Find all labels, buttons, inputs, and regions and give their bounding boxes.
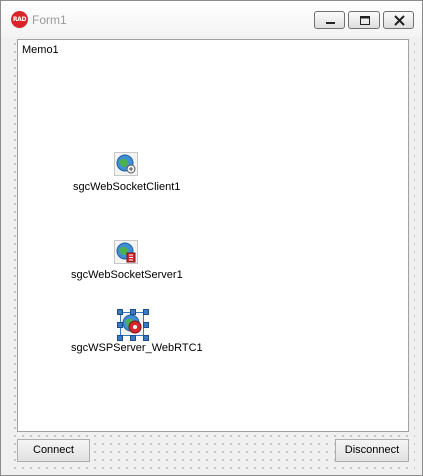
window-title: Form1	[32, 13, 67, 27]
websocket-client-icon	[116, 154, 136, 174]
connect-button[interactable]: Connect	[17, 439, 90, 462]
websocket-server-component[interactable]	[114, 240, 138, 264]
websocket-client-label: sgcWebSocketClient1	[73, 181, 181, 193]
memo-box[interactable]: Memo1	[17, 39, 409, 432]
close-button[interactable]	[383, 11, 414, 29]
selection-handle-bottom-right[interactable]	[143, 335, 149, 341]
selection-handle-right[interactable]	[143, 322, 149, 328]
selection-handle-top[interactable]	[130, 309, 136, 315]
websocket-server-label: sgcWebSocketServer1	[71, 269, 183, 281]
maximize-icon	[360, 16, 370, 25]
disconnect-button[interactable]: Disconnect	[335, 439, 409, 462]
websocket-server-icon	[116, 242, 136, 263]
minimize-icon	[326, 22, 335, 24]
websocket-client-component[interactable]	[114, 152, 138, 176]
title-bar[interactable]: RAD Form1	[1, 1, 422, 37]
minimize-button[interactable]	[314, 11, 345, 29]
selection-handle-left[interactable]	[117, 322, 123, 328]
selection-handle-top-left[interactable]	[117, 309, 123, 315]
webrtc-server-label: sgcWSPServer_WebRTC1	[71, 342, 203, 354]
selection-handle-top-right[interactable]	[143, 309, 149, 315]
webrtc-server-component[interactable]	[120, 312, 144, 336]
webrtc-server-icon	[122, 314, 142, 334]
maximize-button[interactable]	[348, 11, 380, 29]
memo-text: Memo1	[22, 44, 59, 56]
close-icon	[394, 15, 405, 26]
rad-logo-icon: RAD	[11, 11, 28, 28]
selection-handle-bottom[interactable]	[130, 335, 136, 341]
selection-handle-bottom-left[interactable]	[117, 335, 123, 341]
